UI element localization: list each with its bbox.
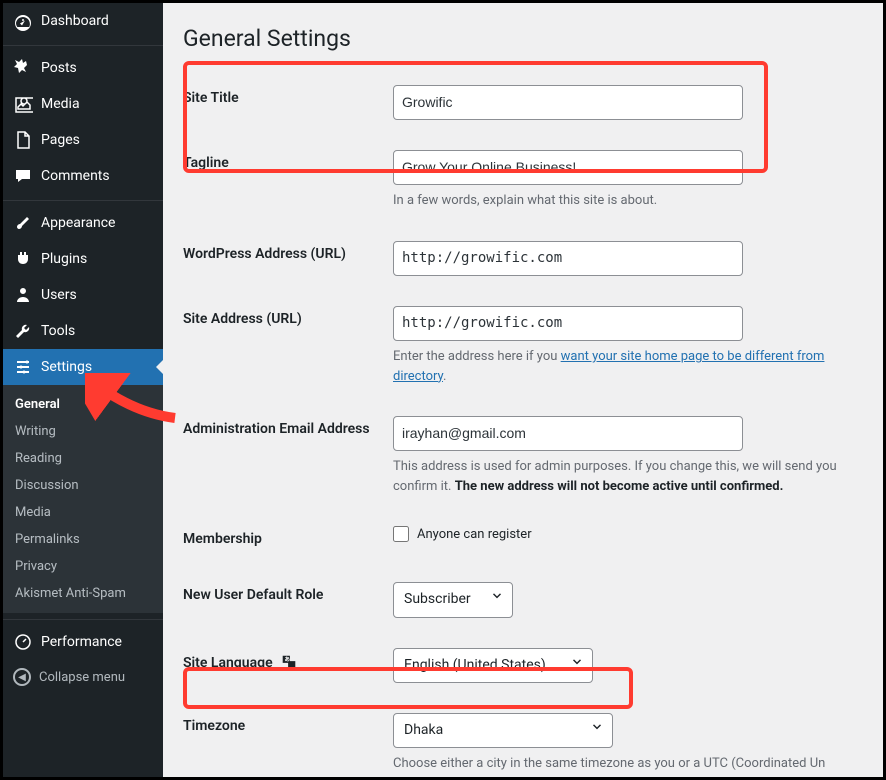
page-icon (13, 130, 33, 150)
site-url-input[interactable] (393, 306, 743, 341)
chevron-down-icon (490, 587, 504, 612)
settings-form: Site Title Tagline In a few words, expla… (183, 70, 863, 777)
collapse-label: Collapse menu (39, 670, 125, 685)
timezone-select[interactable]: Dhaka (393, 713, 613, 748)
comment-icon (13, 166, 33, 186)
tagline-input[interactable] (393, 150, 743, 185)
svg-text:あ: あ (285, 655, 290, 663)
sidebar-item-comments[interactable]: Comments (3, 158, 163, 194)
menu-label: Media (41, 96, 80, 112)
sidebar-item-dashboard[interactable]: Dashboard (3, 3, 163, 39)
membership-checkbox-label: Anyone can register (417, 527, 532, 542)
sidebar-item-pages[interactable]: Pages (3, 122, 163, 158)
admin-email-description: This address is used for admin purposes.… (393, 457, 853, 496)
submenu-item-discussion[interactable]: Discussion (3, 472, 163, 499)
admin-email-input[interactable] (393, 416, 743, 451)
dashboard-icon (13, 11, 33, 31)
default-role-label: New User Default Role (183, 587, 323, 603)
menu-label: Performance (41, 634, 122, 650)
menu-label: Plugins (41, 251, 87, 267)
site-lang-select[interactable]: English (United States) (393, 648, 593, 683)
gauge-icon (13, 632, 33, 652)
menu-label: Dashboard (41, 13, 109, 29)
site-title-label: Site Title (183, 90, 239, 106)
sliders-icon (13, 357, 33, 377)
tagline-description: In a few words, explain what this site i… (393, 191, 853, 211)
menu-label: Comments (41, 168, 110, 184)
menu-label: Pages (41, 132, 80, 148)
translate-icon: あ (280, 653, 298, 675)
settings-submenu: General Writing Reading Discussion Media… (3, 385, 163, 613)
menu-label: Settings (41, 359, 92, 375)
user-icon (13, 285, 33, 305)
select-value: Subscriber (404, 587, 471, 612)
sidebar-item-tools[interactable]: Tools (3, 313, 163, 349)
timezone-label: Timezone (183, 718, 245, 734)
submenu-item-reading[interactable]: Reading (3, 445, 163, 472)
sidebar-item-settings[interactable]: Settings (3, 349, 163, 385)
sidebar-item-posts[interactable]: Posts (3, 45, 163, 86)
site-url-description: Enter the address here if you want your … (393, 347, 853, 386)
submenu-item-akismet[interactable]: Akismet Anti-Spam (3, 580, 163, 607)
select-value: Dhaka (404, 718, 443, 743)
submenu-item-writing[interactable]: Writing (3, 418, 163, 445)
admin-email-label: Administration Email Address (183, 421, 370, 437)
default-role-select[interactable]: Subscriber (393, 582, 513, 617)
wp-url-label: WordPress Address (URL) (183, 246, 346, 262)
sidebar-item-plugins[interactable]: Plugins (3, 241, 163, 277)
sidebar-item-media[interactable]: Media (3, 86, 163, 122)
admin-sidebar: Dashboard Posts Media Pages Comments App… (3, 3, 163, 777)
main-content: General Settings Site Title Tagline In a… (163, 3, 883, 777)
wrench-icon (13, 321, 33, 341)
select-value: English (United States) (404, 653, 546, 678)
submenu-item-permalinks[interactable]: Permalinks (3, 526, 163, 553)
submenu-item-media[interactable]: Media (3, 499, 163, 526)
submenu-item-general[interactable]: General (3, 391, 163, 418)
tagline-label: Tagline (183, 155, 229, 171)
sidebar-item-users[interactable]: Users (3, 277, 163, 313)
collapse-icon: ◀ (13, 668, 31, 686)
membership-checkbox[interactable] (393, 526, 409, 542)
menu-label: Appearance (41, 215, 115, 231)
site-title-input[interactable] (393, 85, 743, 120)
site-lang-label: Site Language あ (183, 655, 298, 671)
timezone-description: Choose either a city in the same timezon… (393, 754, 853, 774)
brush-icon (13, 213, 33, 233)
site-url-label: Site Address (URL) (183, 311, 302, 327)
page-title: General Settings (183, 25, 863, 52)
menu-label: Tools (41, 323, 75, 339)
sidebar-item-appearance[interactable]: Appearance (3, 200, 163, 241)
pin-icon (13, 58, 33, 78)
plugin-icon (13, 249, 33, 269)
menu-label: Posts (41, 60, 77, 76)
media-icon (13, 94, 33, 114)
membership-label: Membership (183, 531, 262, 547)
wp-url-input[interactable] (393, 241, 743, 276)
menu-label: Users (41, 287, 77, 303)
sidebar-item-performance[interactable]: Performance (3, 619, 163, 660)
chevron-down-icon (570, 653, 584, 678)
membership-checkbox-row[interactable]: Anyone can register (393, 526, 532, 542)
collapse-menu-button[interactable]: ◀ Collapse menu (3, 660, 163, 694)
submenu-item-privacy[interactable]: Privacy (3, 553, 163, 580)
chevron-down-icon (590, 718, 604, 743)
